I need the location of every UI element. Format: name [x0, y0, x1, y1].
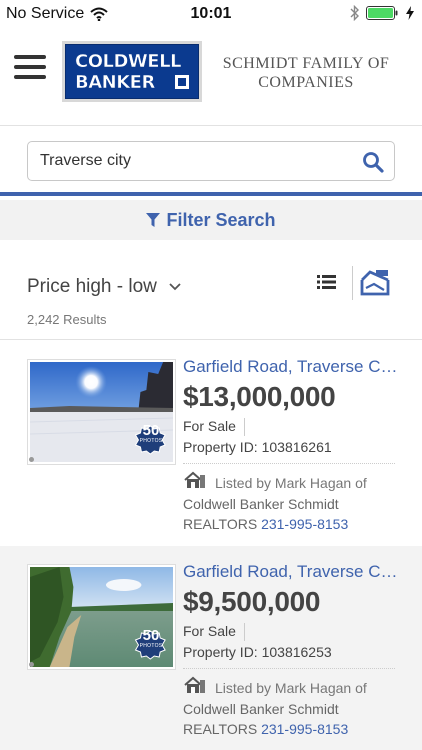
photo-count-number: 50 [142, 627, 160, 644]
map-view-icon[interactable] [360, 268, 390, 296]
menu-bar [14, 55, 46, 59]
filter-funnel-icon [146, 212, 161, 227]
phone-link[interactable]: 231-995-8153 [261, 516, 348, 532]
divider [183, 668, 395, 669]
filter-search-button[interactable]: Filter Search [0, 200, 422, 240]
hamburger-menu-button[interactable] [14, 55, 46, 83]
view-toggle-divider [352, 266, 353, 300]
listed-by-text: Listed by Mark Hagan of [215, 680, 367, 696]
realtors-line: REALTORS 231-995-8153 [183, 516, 348, 532]
results-count: 2,242 Results [27, 312, 107, 327]
sort-dropdown[interactable]: Price high - low [27, 276, 181, 298]
chevron-down-icon [169, 283, 181, 291]
listing-brokerage: Coldwell Banker Schmidt [183, 496, 339, 512]
logo-panel: COLDWELL BANKER [65, 44, 199, 99]
app-header: COLDWELL BANKER SCHMIDT FAMILY OF COMPAN… [0, 30, 422, 126]
realtors-label: REALTORS [183, 516, 258, 532]
listing-price: $9,500,000 [183, 586, 321, 617]
photo-count-number: 50 [142, 422, 160, 439]
status-right [350, 5, 414, 21]
search-icon[interactable] [362, 151, 384, 173]
listing-address[interactable]: Garfield Road, Traverse City, MI [183, 562, 398, 582]
listing-price: $13,000,000 [183, 381, 336, 412]
sort-row: Price high - low 2,242 Results [0, 240, 422, 340]
listing-property-id: Property ID: 103816261 [183, 439, 332, 455]
charging-icon [406, 6, 414, 20]
company-name-line1: SCHMIDT FAMILY OF [222, 55, 390, 72]
realtors-label: REALTORS [183, 721, 258, 737]
listed-by-text: Listed by Mark Hagan of [215, 475, 367, 491]
listing-brokerage: Coldwell Banker Schmidt [183, 701, 339, 717]
filter-search-label: Filter Search [166, 209, 276, 230]
listing-address[interactable]: Garfield Road, Traverse City, MI [183, 357, 398, 377]
house-agent-icon [184, 471, 205, 488]
listing-status: For Sale [183, 623, 245, 641]
logo-text-line2: BANKER [75, 72, 156, 94]
logo-text-line1: COLDWELL [75, 51, 182, 73]
list-view-icon[interactable] [316, 272, 338, 292]
company-name: SCHMIDT FAMILY OF COMPANIES [206, 54, 406, 92]
phone-link[interactable]: 231-995-8153 [261, 721, 348, 737]
bluetooth-icon [350, 5, 359, 21]
house-agent-icon [184, 676, 205, 693]
listing-property-id: Property ID: 103816253 [183, 644, 332, 660]
photo-count-label: PHOTOS [139, 643, 163, 649]
menu-bar [14, 75, 46, 79]
photo-count-label: PHOTOS [139, 438, 163, 444]
photo-indicator [29, 457, 34, 462]
search-area [0, 126, 422, 196]
search-input[interactable] [40, 142, 350, 180]
logo-badge-icon [174, 74, 190, 90]
listing-photo[interactable]: 50 PHOTOS [27, 564, 176, 670]
search-box [27, 141, 395, 181]
status-bar: No Service 10:01 [0, 0, 422, 30]
listing-photo[interactable]: 50 PHOTOS [27, 359, 176, 465]
listing-photo-image [30, 362, 173, 462]
sort-selected-label: Price high - low [27, 276, 157, 297]
battery-icon [366, 6, 398, 20]
realtors-line: REALTORS 231-995-8153 [183, 721, 348, 737]
listing-card[interactable]: 50 PHOTOS Garfield Road, Traverse City, … [0, 341, 422, 545]
divider [183, 463, 395, 464]
listing-status: For Sale [183, 418, 245, 436]
coldwell-banker-logo: COLDWELL BANKER [62, 41, 202, 102]
listing-card[interactable]: 50 PHOTOS Garfield Road, Traverse City, … [0, 546, 422, 750]
listing-photo-image [30, 567, 173, 667]
company-name-line2: COMPANIES [258, 74, 354, 91]
menu-bar [14, 65, 46, 69]
photo-indicator [29, 662, 34, 667]
